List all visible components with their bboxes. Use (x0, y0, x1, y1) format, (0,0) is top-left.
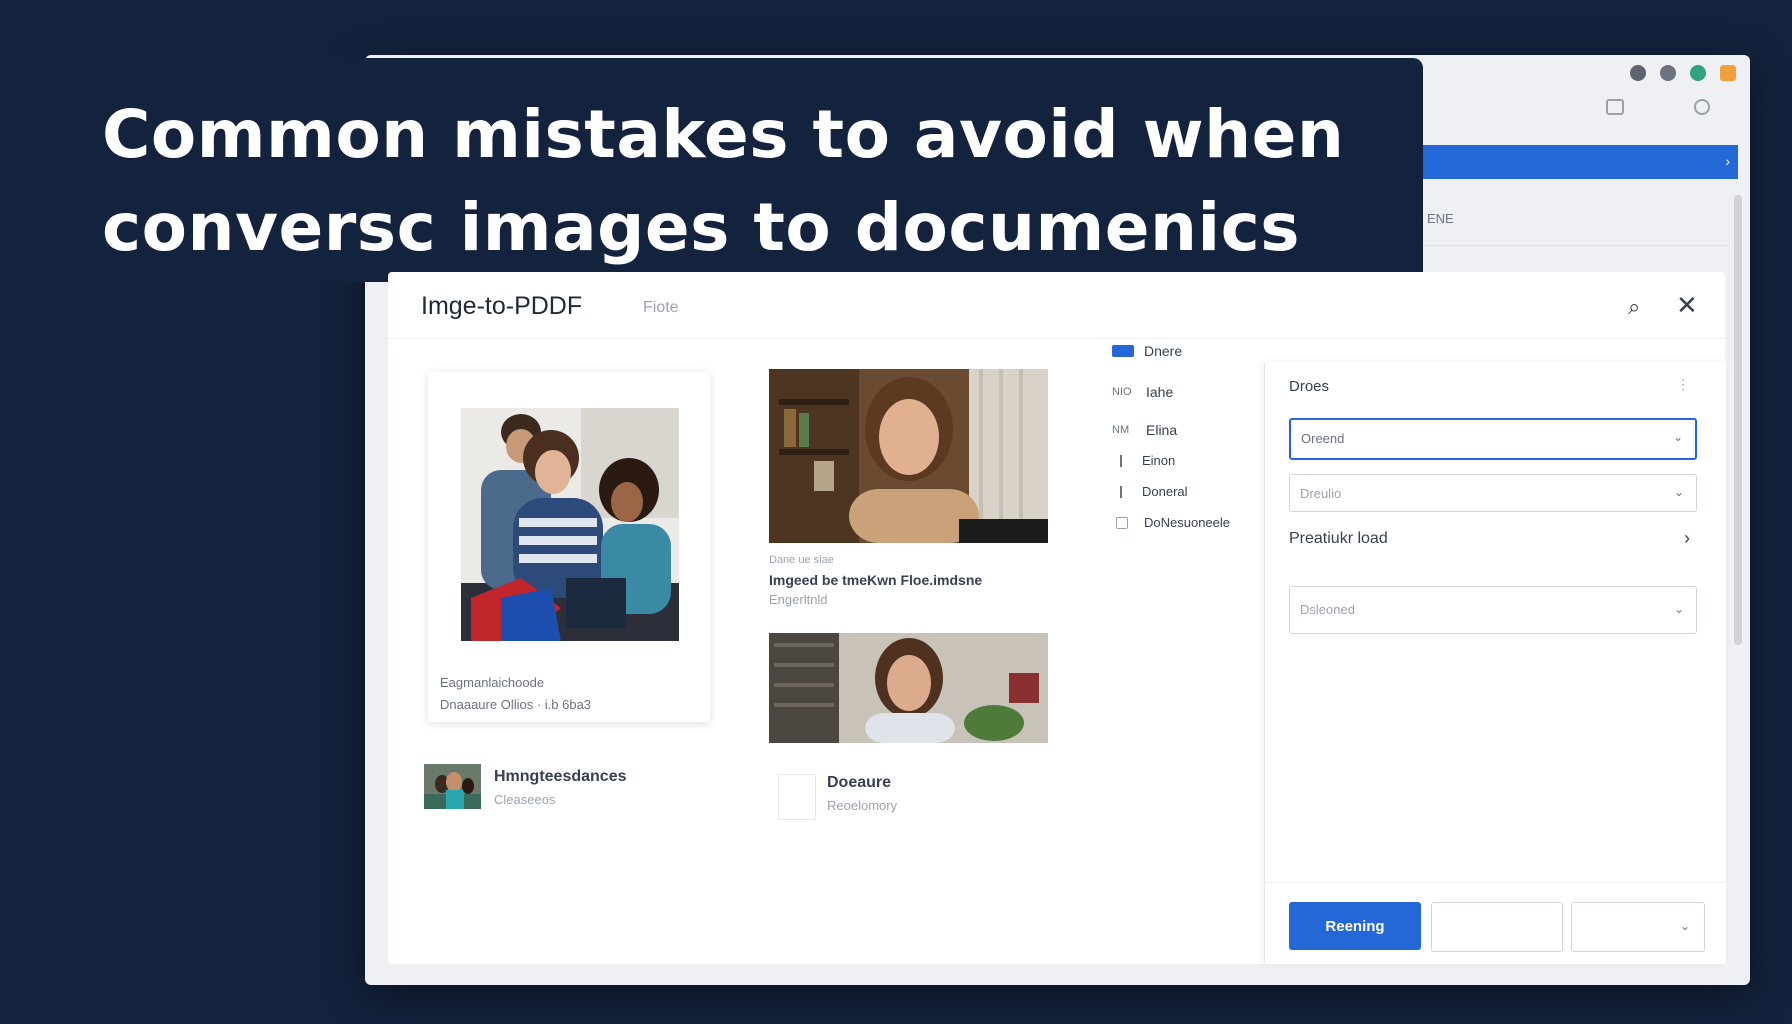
secondary-button[interactable] (1431, 902, 1563, 952)
chevron-down-icon: ⌄ (1672, 430, 1683, 444)
extension-icons (1630, 65, 1736, 81)
app-title: Imge-to-PDDF (421, 292, 583, 320)
photo-title[interactable]: Imgeed be tmeKwn Floe.imdsne (769, 572, 982, 588)
close-icon[interactable]: ✕ (1676, 290, 1698, 321)
dropdown-button[interactable]: ⌄ (1571, 902, 1705, 952)
thumbnail-subtitle: Cleaseeos (494, 792, 556, 807)
document-title[interactable]: Doeaure (827, 774, 891, 792)
divider (388, 338, 1725, 339)
bar-icon (1120, 454, 1122, 467)
shield-outline-icon[interactable] (1694, 99, 1710, 115)
folder-icon (1112, 345, 1134, 357)
divider (1265, 882, 1726, 883)
chevron-down-icon: ⌄ (1673, 485, 1684, 499)
banner-title: Common mistakes to avoid when conversc i… (102, 88, 1344, 274)
image-card[interactable]: Eagmanlaichoode Dnaaaure Ollios · i.b 6b… (428, 372, 710, 722)
browser-subtext: ENE (1427, 211, 1454, 226)
convert-button[interactable]: Reening (1289, 902, 1421, 950)
refresh-icon[interactable] (1660, 65, 1676, 81)
panel-label: Droes (1289, 378, 1330, 395)
nav-item-label: Einon (1142, 453, 1176, 468)
banner-title-line1: Common mistakes to avoid when (102, 96, 1345, 173)
nav-prefix: NM (1112, 424, 1130, 436)
thumbnail-title[interactable]: Hmngteesdances (494, 768, 627, 786)
app-tag[interactable]: Fiote (643, 299, 679, 317)
chevron-down-icon: ⌄ (1673, 602, 1684, 616)
tag-icon[interactable] (1720, 65, 1736, 81)
banner-title-line2: conversc images to documenics (102, 189, 1300, 266)
nav-item-dnere[interactable]: Dnere (1112, 343, 1182, 359)
chevron-right-icon: › (1725, 153, 1730, 169)
select-value: Dreulio (1300, 486, 1342, 501)
browser-highlight-bar[interactable]: › (1415, 145, 1738, 179)
nav-item-doneral[interactable]: Doneral (1112, 484, 1188, 499)
nav-item-label: Elina (1146, 422, 1178, 438)
photo-subtitle: Engerltnld (769, 592, 828, 607)
nav-prefix: NIO (1112, 386, 1132, 398)
select-value: Dsleoned (1300, 602, 1355, 617)
nav-item-elina[interactable]: NM Elina (1112, 422, 1177, 438)
checkbox-icon[interactable] (1116, 516, 1128, 529)
document-icon[interactable] (778, 774, 816, 820)
nav-item-label: Dnere (1144, 343, 1183, 359)
office-photo[interactable] (769, 633, 1048, 743)
settings-panel: Droes ⋮ Oreend ⌄ Dreulio ⌄ Preatiukr loa… (1264, 362, 1726, 964)
divider (1420, 245, 1730, 246)
nav-item-label: Doneral (1142, 484, 1188, 499)
more-icon[interactable]: ⋮ (1676, 376, 1690, 393)
chevron-down-icon: ⌄ (1679, 919, 1690, 933)
browser-toolbar (1606, 99, 1710, 115)
scrollbar[interactable] (1734, 195, 1742, 645)
chevron-right-icon[interactable]: › (1684, 528, 1690, 549)
app-modal: Imge-to-PDDF Fiote ⌕ ✕ Eagmanlaichoode D (388, 272, 1726, 964)
card-caption: Eagmanlaichoode (440, 675, 545, 690)
sync-icon[interactable] (1690, 65, 1706, 81)
option-select[interactable]: Dreulio ⌄ (1289, 474, 1697, 512)
title-banner: Common mistakes to avoid when conversc i… (0, 58, 1423, 282)
format-select[interactable]: Oreend ⌄ (1289, 418, 1697, 460)
nav-item-label: Iahe (1146, 384, 1174, 400)
nav-item-label: DoNesuoneele (1144, 515, 1231, 530)
bar-icon (1120, 485, 1122, 498)
nav-item-einon[interactable]: Einon (1112, 453, 1175, 468)
select-value: Oreend (1301, 431, 1345, 446)
card-meta: Dnaaaure Ollios · i.b 6ba3 (440, 697, 592, 712)
group-photo (461, 408, 679, 641)
photo-date: Dane ue siae (769, 554, 834, 566)
quality-select[interactable]: Dsleoned ⌄ (1289, 586, 1697, 634)
section-heading[interactable]: Preatiukr load (1289, 530, 1388, 548)
nav-item-donesuoneele[interactable]: DoNesuoneele (1112, 515, 1230, 530)
portrait-photo[interactable] (769, 369, 1048, 543)
nav-item-iahe[interactable]: NIO Iahe (1112, 384, 1173, 400)
shield-icon[interactable] (1630, 65, 1646, 81)
search-icon[interactable]: ⌕ (1628, 294, 1640, 320)
document-subtitle: Reoelomory (827, 798, 898, 813)
window-icon[interactable] (1606, 99, 1624, 115)
thumbnail-image[interactable] (424, 764, 481, 809)
